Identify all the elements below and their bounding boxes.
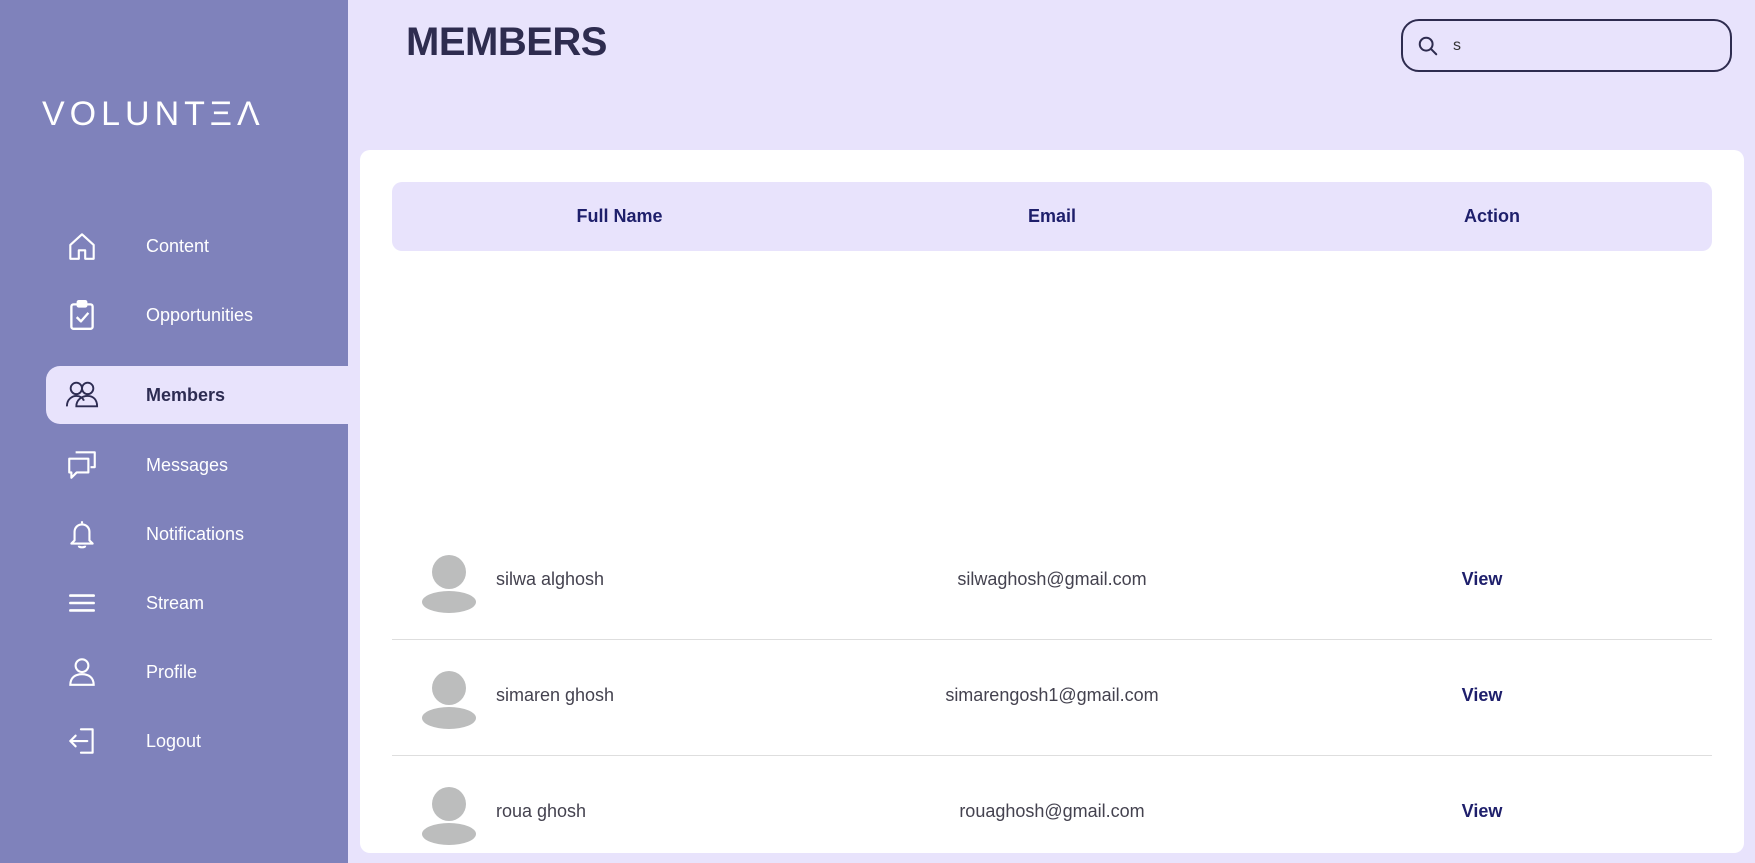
- column-header-full-name: Full Name: [576, 206, 663, 226]
- brand-logo: VOLUNTΞΛ: [42, 95, 265, 133]
- table-row: simaren ghosh simarengosh1@gmail.com Vie…: [392, 640, 1712, 756]
- avatar: [422, 671, 476, 729]
- table-row: silwa alghosh silwaghosh@gmail.com View: [392, 524, 1712, 640]
- bell-icon: [62, 514, 102, 554]
- member-email: rouaghosh@gmail.com: [959, 801, 1145, 821]
- sidebar-item-members[interactable]: Members: [46, 366, 348, 424]
- home-icon: [62, 226, 102, 266]
- avatar: [422, 555, 476, 613]
- users-icon: [62, 375, 102, 415]
- clipboard-check-icon: [62, 295, 102, 335]
- view-button[interactable]: View: [1392, 524, 1572, 634]
- search-box[interactable]: [1401, 19, 1732, 72]
- column-header-action: Action: [1464, 206, 1520, 226]
- sidebar-item-messages[interactable]: Messages: [46, 436, 348, 494]
- member-email: simarengosh1@gmail.com: [945, 685, 1159, 705]
- user-icon: [62, 652, 102, 692]
- sidebar-item-label: Stream: [146, 592, 205, 613]
- view-button[interactable]: View: [1392, 640, 1572, 750]
- view-button[interactable]: View: [1392, 756, 1572, 863]
- sidebar-item-logout[interactable]: Logout: [46, 712, 348, 770]
- member-name: roua ghosh: [496, 801, 587, 821]
- sidebar-item-label: Messages: [146, 454, 229, 475]
- sidebar-item-profile[interactable]: Profile: [46, 643, 348, 701]
- sidebar-item-label: Logout: [146, 730, 202, 751]
- avatar: [422, 787, 476, 845]
- sidebar: VOLUNTΞΛ Content Opportunities Members M…: [0, 0, 348, 863]
- member-name: simaren ghosh: [496, 685, 615, 705]
- search-input[interactable]: [1453, 36, 1713, 55]
- sidebar-item-opportunities[interactable]: Opportunities: [46, 286, 348, 344]
- logout-icon: [62, 721, 102, 761]
- sidebar-item-stream[interactable]: Stream: [46, 574, 348, 632]
- member-email: silwaghosh@gmail.com: [957, 569, 1147, 589]
- sidebar-item-content[interactable]: Content: [46, 217, 348, 275]
- sidebar-item-label: Opportunities: [146, 304, 254, 325]
- app-root: VOLUNTΞΛ Content Opportunities Members M…: [0, 0, 1755, 863]
- table-header: Full Name Email Action: [392, 182, 1712, 251]
- sidebar-item-label: Members: [146, 384, 226, 405]
- member-name: silwa alghosh: [496, 569, 605, 589]
- table-row: roua ghosh rouaghosh@gmail.com View: [392, 756, 1712, 863]
- page-title: MEMBERS: [406, 20, 607, 64]
- sidebar-item-label: Content: [146, 235, 210, 256]
- sidebar-item-label: Notifications: [146, 523, 245, 544]
- column-header-email: Email: [1027, 206, 1077, 226]
- sidebar-item-label: Profile: [146, 661, 198, 682]
- chat-icon: [62, 445, 102, 485]
- menu-icon: [62, 583, 102, 623]
- search-icon: [1418, 36, 1438, 55]
- sidebar-item-notifications[interactable]: Notifications: [46, 505, 348, 563]
- members-card: Full Name Email Action silwa alghosh sil…: [360, 150, 1744, 853]
